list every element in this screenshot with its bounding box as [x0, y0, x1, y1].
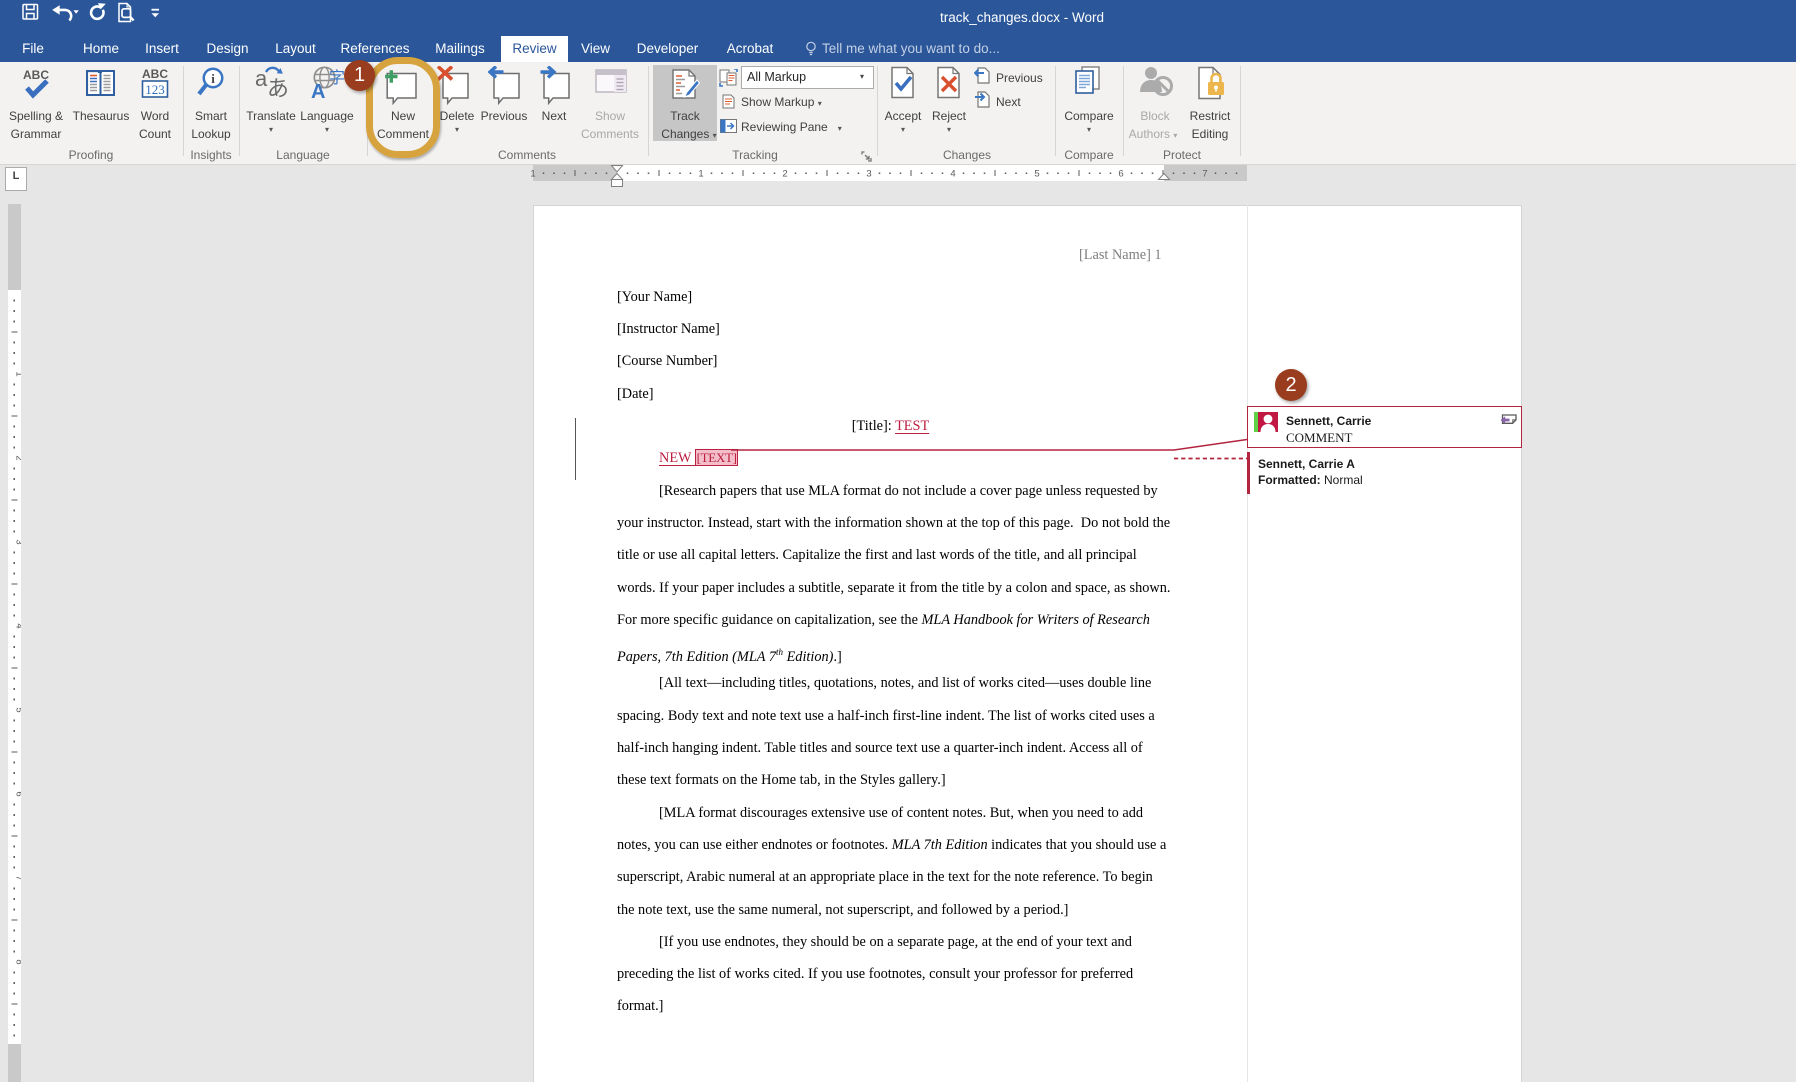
svg-text:i: i: [211, 71, 215, 86]
svg-text:8: 8: [14, 959, 22, 964]
svg-text:1: 1: [530, 169, 535, 180]
svg-text:6: 6: [1118, 169, 1123, 180]
svg-text:7: 7: [14, 875, 22, 880]
svg-text:字: 字: [329, 69, 345, 87]
svg-text:1: 1: [698, 169, 703, 180]
svg-text:6: 6: [14, 791, 22, 796]
svg-text:5: 5: [1034, 169, 1039, 180]
svg-text:4: 4: [14, 623, 22, 628]
svg-text:4: 4: [950, 169, 955, 180]
svg-text:123: 123: [145, 82, 165, 97]
svg-text:3: 3: [14, 539, 22, 544]
svg-text:7: 7: [1202, 169, 1207, 180]
svg-text:A: A: [311, 81, 325, 102]
svg-text:ABC: ABC: [142, 67, 168, 81]
svg-text:2: 2: [14, 455, 22, 460]
svg-text:3: 3: [866, 169, 871, 180]
svg-text:1: 1: [14, 371, 22, 376]
svg-text:2: 2: [782, 169, 787, 180]
svg-text:あ: あ: [267, 76, 289, 101]
svg-text:5: 5: [14, 707, 22, 712]
